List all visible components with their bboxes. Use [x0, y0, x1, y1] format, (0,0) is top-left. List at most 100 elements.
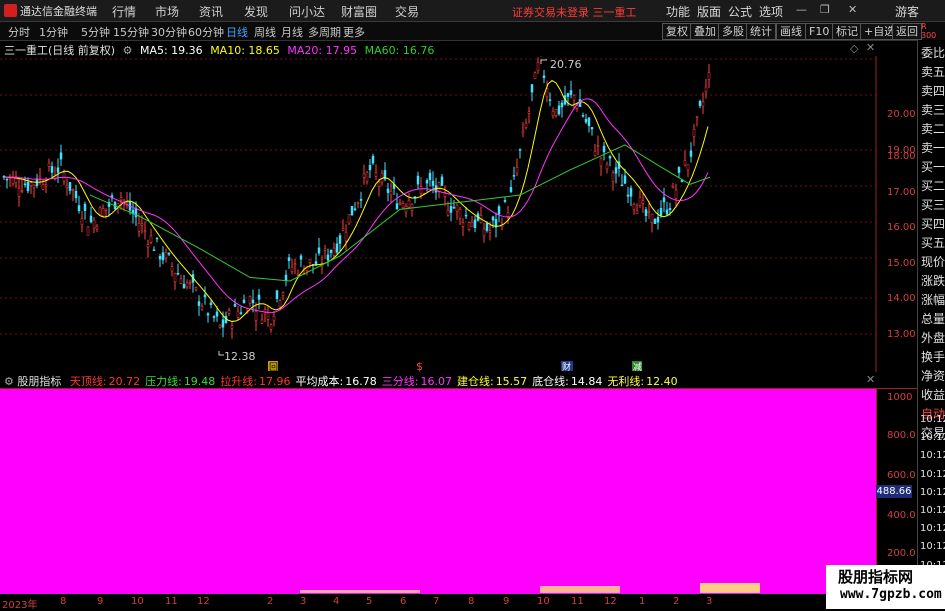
diamond-icon[interactable]: ◇ [850, 42, 858, 55]
close-icon[interactable]: ✕ [848, 3, 857, 16]
candle-body [182, 283, 186, 289]
candle-body [152, 249, 156, 251]
side-item[interactable]: 买四 [921, 215, 945, 232]
period-intraday[interactable]: 分时 [8, 24, 30, 40]
side-item[interactable]: 委比 [921, 44, 945, 61]
overlay-button[interactable]: 叠加 [690, 23, 720, 40]
candle-body [620, 184, 624, 187]
side-item[interactable]: 卖一 [921, 139, 945, 156]
period-15min[interactable]: 15分钟 [113, 24, 149, 40]
period-5min[interactable]: 5分钟 [81, 24, 110, 40]
draw-line-button[interactable]: 画线 [776, 23, 806, 40]
back-button[interactable]: 返回 [892, 23, 922, 40]
restore-icon[interactable]: ❐ [820, 3, 830, 16]
indicator-line-label: 建仓线: [456, 375, 494, 388]
candle-body [227, 310, 231, 314]
top-menu-bar: 通达信金融终端 行情 市场 资讯 发现 问小达 财富圈 交易 证券交易未登录 三… [0, 0, 945, 22]
menu-quotes[interactable]: 行情 [112, 3, 136, 20]
f10-button[interactable]: F10 [805, 23, 834, 40]
side-item[interactable]: 买五 [921, 234, 945, 251]
candle-body [176, 272, 180, 275]
period-daily[interactable]: 日线 [226, 24, 248, 40]
candle-body [92, 219, 96, 229]
candle-body [80, 218, 84, 226]
side-item[interactable]: 卖三 [921, 101, 945, 118]
candle-body [335, 243, 339, 253]
settings-icon[interactable]: ⚙ [4, 375, 14, 388]
stats-button[interactable]: 统计 [746, 23, 776, 40]
multi-stock-button[interactable]: 多股 [718, 23, 748, 40]
event-markers[interactable]: 回 $ 财 减 [268, 360, 642, 372]
period-multi[interactable]: 多周期 [308, 24, 341, 40]
candle-body [635, 210, 639, 215]
close-indicator-icon[interactable]: ✕ [866, 373, 875, 386]
kline-chart[interactable]: 20.76 12.38 回 $ 财 减 [0, 56, 917, 372]
menu-layout[interactable]: 版面 [697, 3, 721, 20]
candle-body [458, 209, 462, 219]
side-item[interactable]: 外盘 [921, 329, 945, 346]
candle-body [158, 256, 162, 260]
candle-body [170, 266, 174, 272]
candle-body [86, 226, 90, 236]
period-monthly[interactable]: 月线 [281, 24, 303, 40]
candle-body [401, 203, 405, 209]
menu-options[interactable]: 选项 [759, 3, 783, 20]
event-marker-dividend[interactable]: $ [416, 360, 423, 372]
menu-ask[interactable]: 问小达 [289, 3, 325, 20]
indicator-line-value: 17.96 [259, 375, 291, 388]
candle-body [329, 250, 333, 253]
menu-discover[interactable]: 发现 [244, 3, 268, 20]
side-item[interactable]: 买三 [921, 196, 945, 213]
period-60min[interactable]: 60分钟 [188, 24, 224, 40]
candle-body [566, 93, 570, 97]
period-more[interactable]: 更多 [343, 24, 365, 40]
menu-formula[interactable]: 公式 [728, 3, 752, 20]
candle-body [341, 228, 345, 231]
menu-trade[interactable]: 交易 [395, 3, 419, 20]
close-chart-icon[interactable]: ✕ [866, 41, 875, 54]
side-item[interactable]: 卖四 [921, 82, 945, 99]
price-tick: 15.00 [887, 258, 916, 269]
side-item[interactable]: 总量 [921, 310, 945, 327]
candle-body [704, 86, 708, 92]
candle-body [119, 197, 123, 201]
candle-body [647, 211, 651, 213]
candle-body [137, 223, 141, 232]
candle-body [557, 105, 561, 115]
candle-body [431, 180, 435, 186]
candle-body [356, 202, 360, 204]
side-item[interactable]: 卖五 [921, 63, 945, 80]
mark-button[interactable]: 标记 [832, 23, 862, 40]
login-status[interactable]: 证券交易未登录 三一重工 [512, 4, 637, 20]
period-1min[interactable]: 1分钟 [39, 24, 68, 40]
side-item[interactable]: 净资 [921, 367, 945, 384]
date-label: 10 [131, 596, 144, 607]
side-item[interactable]: 现价 [921, 253, 945, 270]
side-item[interactable]: 涨幅 [921, 291, 945, 308]
side-item[interactable]: 换手 [921, 348, 945, 365]
candle-body [56, 167, 60, 173]
side-item[interactable]: 卖二 [921, 120, 945, 137]
side-item[interactable]: 涨跌 [921, 272, 945, 289]
menu-market[interactable]: 市场 [155, 3, 179, 20]
candle-body [491, 216, 495, 221]
side-item[interactable]: 买二 [921, 177, 945, 194]
quote-side-panel[interactable]: R 300 委比 卖五 卖四 卖三 卖二 卖一 买一 买二 买三 买四 买五 现价 涨跌 涨幅 总量 外盘 换手净… [917, 22, 945, 609]
side-item[interactable]: 买一 [921, 158, 945, 175]
user-guest[interactable]: 游客 [895, 3, 919, 20]
minimize-icon[interactable]: — [796, 3, 807, 16]
menu-function[interactable]: 功能 [666, 3, 690, 20]
candle-body [338, 235, 342, 244]
period-weekly[interactable]: 周线 [254, 24, 276, 40]
candle-body [527, 111, 531, 114]
menu-news[interactable]: 资讯 [199, 3, 223, 20]
adjust-button[interactable]: 复权 [662, 23, 692, 40]
indicator-fill-area[interactable] [0, 389, 876, 594]
side-item[interactable]: 收益 [921, 386, 945, 403]
menu-wealth-circle[interactable]: 财富圈 [341, 3, 377, 20]
candle-body [197, 301, 201, 306]
period-30min[interactable]: 30分钟 [151, 24, 187, 40]
candle-body [692, 129, 696, 137]
value-tick: 400.0 [887, 510, 916, 521]
indicator-name[interactable]: 股朋指标 [17, 375, 61, 388]
